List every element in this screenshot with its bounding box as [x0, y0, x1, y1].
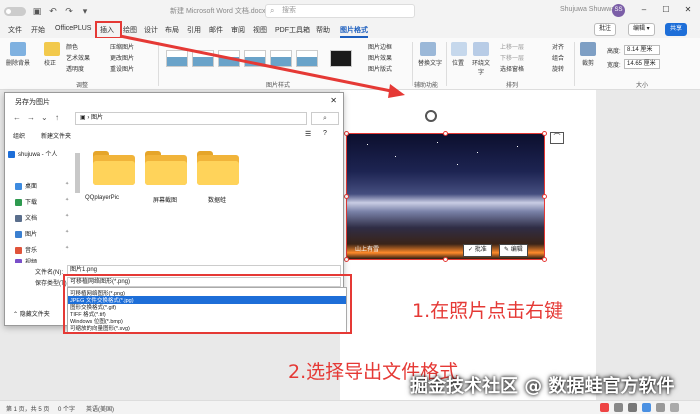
- mic-icon[interactable]: [614, 403, 623, 412]
- view-options-icon[interactable]: ☰: [305, 130, 311, 138]
- sidebar-item-videos[interactable]: 视频: [15, 257, 37, 263]
- dialog-toolbar: 组织 新建文件夹 ☰ ?: [5, 129, 343, 141]
- grid-icon[interactable]: [656, 403, 665, 412]
- download-icon: [15, 198, 22, 206]
- language[interactable]: 英语(美国): [86, 404, 114, 413]
- keyboard-icon[interactable]: [628, 403, 637, 412]
- shirt-icon[interactable]: [670, 403, 679, 412]
- organize-button[interactable]: 组织: [13, 131, 25, 140]
- sidebar-item-music[interactable]: 音乐: [15, 245, 37, 254]
- chevron-down-icon[interactable]: ⌄: [41, 113, 48, 122]
- folder-icon[interactable]: [145, 151, 187, 185]
- pin-icon[interactable]: ✦: [65, 213, 69, 219]
- pin-icon[interactable]: ✦: [65, 181, 69, 187]
- dialog-title: 另存为图片: [15, 99, 50, 106]
- sidebar-item-onedrive[interactable]: shujuwa - 个人: [8, 149, 57, 158]
- dropdown-highlight: [63, 274, 352, 334]
- watermark: 掘金技术社区 @ 数据蛙官方软件: [410, 376, 675, 397]
- video-icon: [15, 258, 22, 263]
- picture-icon: [15, 230, 22, 238]
- pin-icon[interactable]: ✦: [65, 229, 69, 235]
- cloud-icon: [8, 150, 15, 158]
- folder-icon[interactable]: [197, 151, 239, 185]
- pin-icon[interactable]: ✦: [65, 245, 69, 251]
- desktop-icon: [15, 182, 22, 190]
- folder-label[interactable]: 屏幕截图: [153, 195, 177, 204]
- sidebar-item-downloads[interactable]: 下载: [15, 197, 37, 206]
- back-icon[interactable]: ←: [13, 113, 21, 122]
- folder-label[interactable]: QQplayerPic: [85, 195, 119, 201]
- folder-icon[interactable]: [93, 151, 135, 185]
- address-bar[interactable]: ▣ › 图片: [75, 112, 307, 125]
- up-icon[interactable]: ↑: [55, 113, 59, 122]
- sidebar-item-pictures[interactable]: 图片: [15, 229, 37, 238]
- dialog-navigation: ← → ⌄ ↑ ▣ › 图片 ⌕: [5, 109, 343, 127]
- new-folder-button[interactable]: 新建文件夹: [41, 131, 71, 140]
- sidebar-item-desktop[interactable]: 桌面: [15, 181, 37, 190]
- hide-folders-button[interactable]: ⌃ 隐藏文件夹: [13, 309, 50, 318]
- page-count[interactable]: 第 1 页，共 5 页: [6, 404, 49, 413]
- sidebar-item-documents[interactable]: 文档: [15, 213, 37, 222]
- folder-label[interactable]: 数据蛙: [208, 195, 226, 204]
- settings-icon[interactable]: [642, 403, 651, 412]
- word-count[interactable]: 0 个字: [58, 404, 75, 413]
- status-bar: 第 1 页，共 5 页 0 个字 英语(美国): [0, 400, 700, 414]
- document-icon: [15, 214, 22, 222]
- close-icon[interactable]: ✕: [330, 96, 337, 105]
- search-icon[interactable]: ⌕: [311, 112, 339, 125]
- ime-icon[interactable]: [600, 403, 609, 412]
- help-icon[interactable]: ?: [323, 130, 327, 137]
- music-icon: [15, 246, 22, 254]
- arrowhead: [388, 84, 405, 98]
- pin-icon[interactable]: ✦: [65, 197, 69, 203]
- save-as-picture-dialog: 另存为图片 ✕ ← → ⌄ ↑ ▣ › 图片 ⌕ 组织 新建文件夹 ☰ ? sh…: [4, 92, 352, 334]
- navigation-pane: shujuwa - 个人 桌面 ✦ 下载 ✦ 文档 ✦ 图片 ✦ 音乐 ✦ 视频: [5, 143, 75, 263]
- arrow-insert-to-format: [119, 34, 397, 94]
- filename-label: 文件名(N):: [35, 270, 63, 276]
- annotation-step-1: 1.在照片点击右键: [412, 300, 564, 322]
- sidebar-scrollbar[interactable]: [75, 153, 80, 193]
- forward-icon[interactable]: →: [27, 113, 35, 122]
